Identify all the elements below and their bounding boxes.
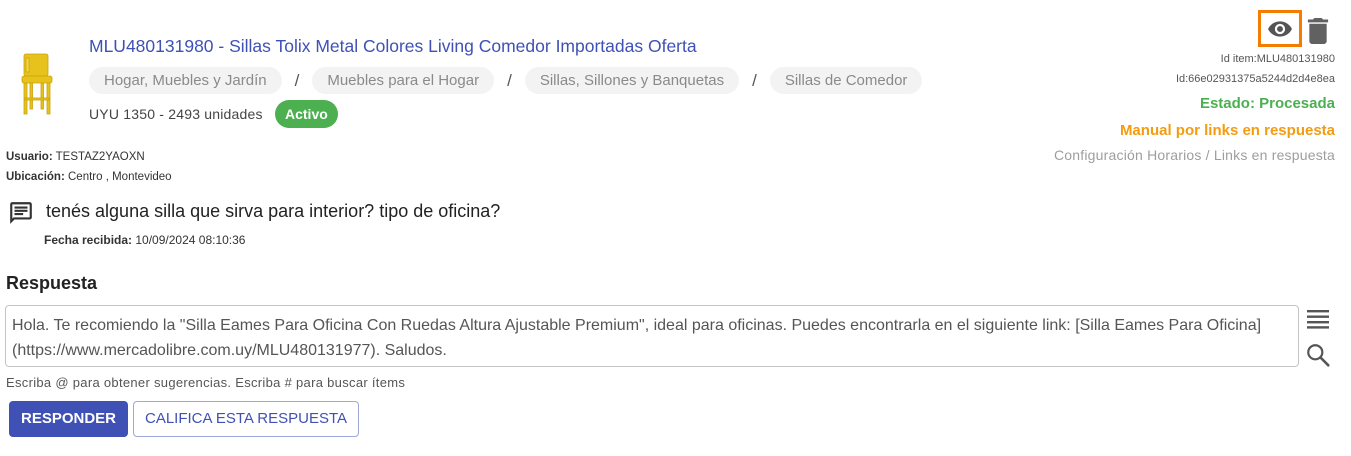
price-stock-text: UYU 1350 - 2493 unidades [89,106,263,122]
manual-mode-text: Manual por links en respuesta [1119,122,1335,139]
fecha-recibida: Fecha recibida: 10/09/2024 08:10:36 [44,233,245,247]
respuesta-heading: Respuesta [6,273,98,293]
answer-textarea[interactable]: Hola. Te recomiendo la "Silla Eames Para… [5,305,1299,367]
breadcrumb-separator: / [294,70,300,90]
delete-button[interactable] [1307,18,1329,44]
estado-text: Estado: Procesada [1199,95,1335,112]
califica-button[interactable]: CALIFICA ESTA RESPUESTA [133,401,360,437]
config-links: Configuración Horarios / Links en respue… [1054,147,1335,163]
breadcrumb-chip[interactable]: Sillas, Sillones y Banquetas [524,67,740,94]
search-items-button[interactable] [1305,342,1331,368]
status-badge: Activo [275,100,338,128]
trash-icon [1307,18,1329,44]
breadcrumb-separator: / [507,70,512,90]
id-text: Id:66e02931375a5244d2d4e8ea [1175,73,1335,85]
breadcrumb-chip[interactable]: Hogar, Muebles y Jardín [89,67,282,94]
search-icon [1307,344,1330,367]
templates-button[interactable] [1305,307,1331,329]
links-respuesta-link[interactable]: Links en respuesta [1214,147,1335,163]
config-horarios-link[interactable]: Configuración Horarios [1054,147,1202,163]
ubicacion-label: Ubicación: [6,171,65,183]
links-separator: / [1201,147,1214,163]
ubicacion-value: Centro , Montevideo [68,171,172,183]
usuario-line: Usuario: TESTAZ2YAOXN [6,151,145,163]
breadcrumb-chip[interactable]: Muebles para el Hogar [312,67,495,94]
breadcrumb-separator: / [752,70,757,90]
item-title-link[interactable]: MLU480131980 - Sillas Tolix Metal Colore… [89,36,697,57]
answer-hint: Escriba @ para obtener sugerencias. Escr… [6,375,406,390]
fecha-label: Fecha recibida: [44,233,133,247]
question-text: tenés alguna silla que sirva para interi… [46,201,501,221]
fecha-value: 10/09/2024 08:10:36 [135,233,246,247]
breadcrumb-chip[interactable]: Sillas de Comedor [769,67,923,94]
responder-button[interactable]: RESPONDER [9,401,129,437]
chat-message-icon [8,200,34,226]
list-lines-icon [1307,310,1329,329]
category-breadcrumb: Hogar, Muebles y Jardín / Muebles para e… [89,67,923,94]
product-thumbnail[interactable] [14,50,60,116]
usuario-label: Usuario: [6,151,53,163]
view-button[interactable] [1258,10,1302,47]
eye-icon [1268,20,1292,37]
ubicacion-line: Ubicación: Centro , Montevideo [6,171,172,183]
usuario-value: TESTAZ2YAOXN [55,151,145,163]
id-item-text: Id item:MLU480131980 [1220,53,1335,65]
